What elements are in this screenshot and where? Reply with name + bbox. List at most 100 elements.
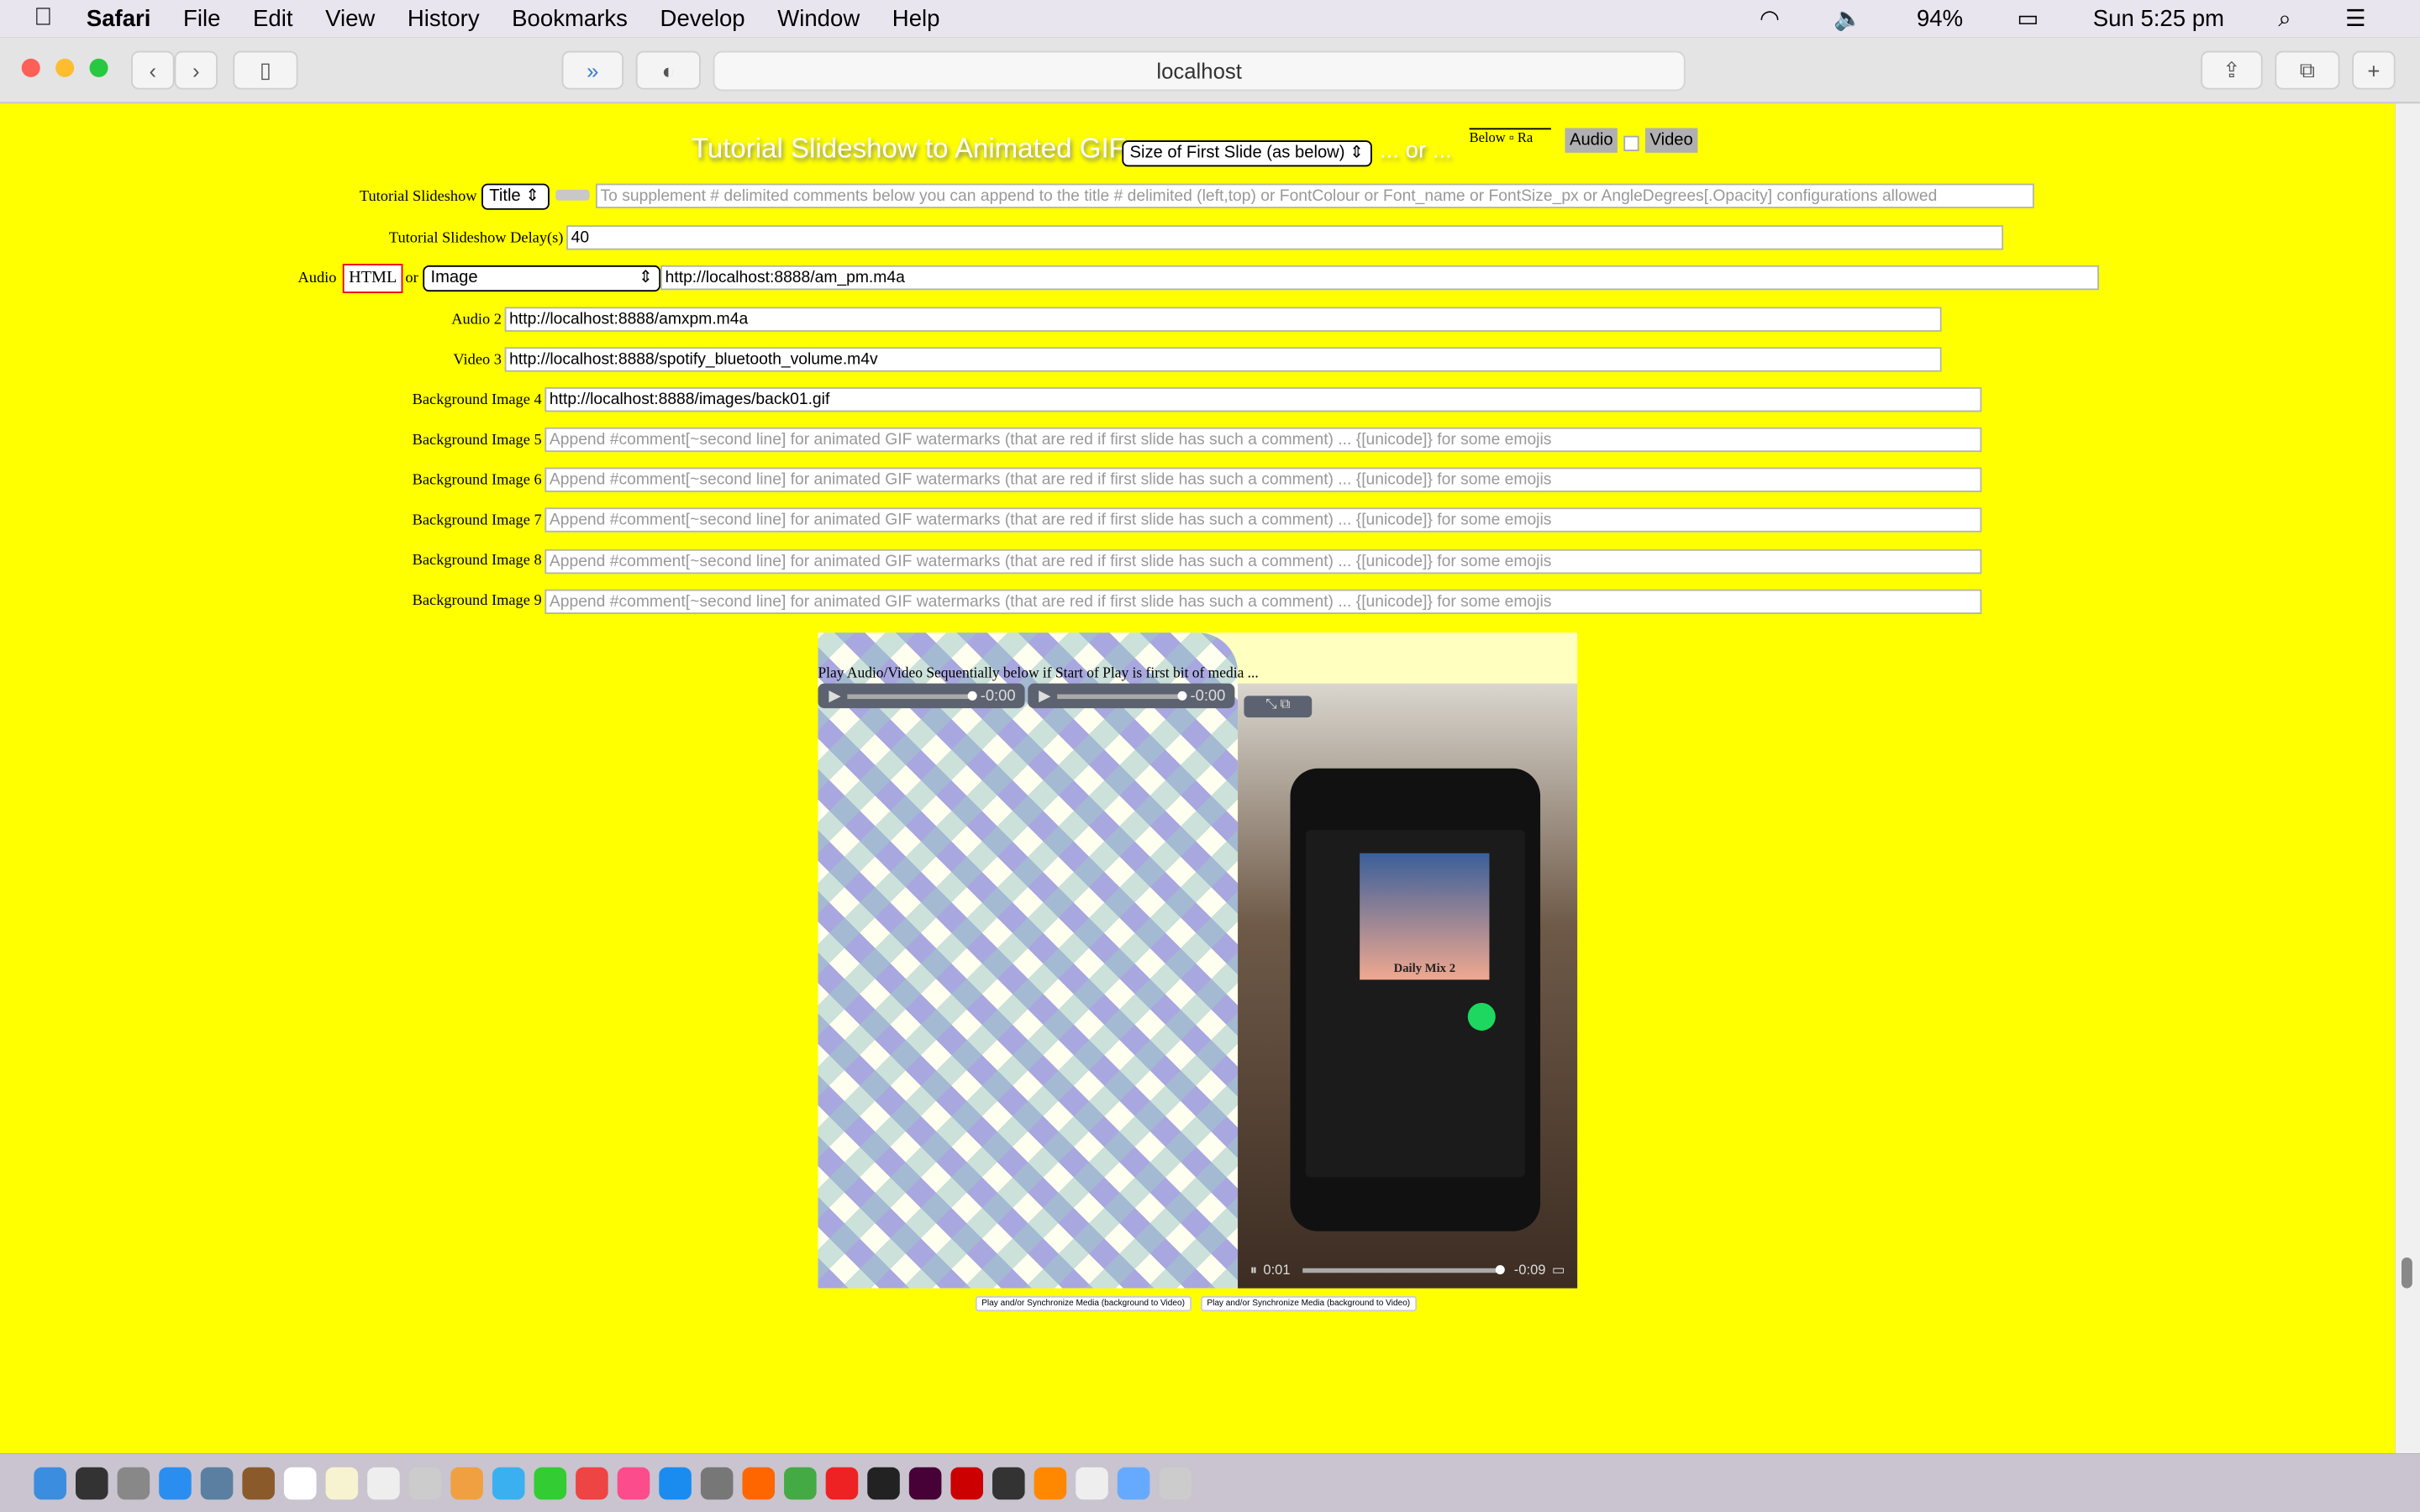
minimize-window-button[interactable] [55, 58, 75, 77]
image-select[interactable]: Image ⇕ [423, 265, 661, 292]
opera-icon[interactable] [825, 1466, 859, 1499]
news-icon[interactable] [576, 1466, 608, 1499]
video-player[interactable]: Daily Mix 2 ⤡ ⧉ ⏸ 0:01 -0:09 ▭ [1238, 683, 1578, 1289]
calendar-icon[interactable] [283, 1466, 317, 1499]
launchpad-icon[interactable] [117, 1466, 150, 1499]
notes-app-icon[interactable] [242, 1466, 275, 1499]
facetime-icon[interactable] [534, 1466, 567, 1499]
title-select[interactable]: Title ⇕ [481, 183, 550, 210]
title-comment-input[interactable]: To supplement # delimited comments below… [595, 183, 2034, 208]
app-f-icon[interactable] [992, 1466, 1025, 1499]
menu-bookmarks[interactable]: Bookmarks [512, 5, 628, 31]
system-preferences-icon[interactable] [700, 1466, 734, 1499]
color-swatch-button[interactable] [555, 189, 590, 201]
share-icon[interactable]: ⇪ [2201, 50, 2263, 90]
back-icon[interactable]: ‹ [131, 50, 175, 90]
video-time-end: -0:09 [1513, 1262, 1546, 1278]
bg-image-5-input[interactable]: Append #comment[~second line] for animat… [544, 427, 1982, 453]
airplay-icon[interactable]: ▭ [1552, 1262, 1565, 1278]
downloads-folder-icon[interactable] [1117, 1466, 1150, 1499]
menu-edit[interactable]: Edit [253, 5, 292, 31]
terminal-icon[interactable] [867, 1466, 900, 1499]
video-button[interactable]: Video [1644, 128, 1698, 153]
audio-url-input[interactable]: http://localhost:8888/am_pm.m4a [660, 265, 2099, 291]
control-center-icon[interactable]: ☰ [2345, 5, 2366, 33]
battery-percent[interactable]: 94% [1917, 5, 1963, 31]
apple-menu-icon[interactable]:  [34, 5, 52, 33]
bg-image-7-input[interactable]: Append #comment[~second line] for animat… [544, 507, 1982, 533]
video3-url-input[interactable]: http://localhost:8888/spotify_bluetooth_… [504, 347, 1942, 372]
audio1-scrubber[interactable] [846, 690, 977, 700]
volume-icon[interactable]: 🔈 [1833, 5, 1862, 33]
new-tab-icon[interactable]: + [2352, 50, 2396, 90]
audio-button[interactable]: Audio [1565, 128, 1618, 153]
menu-develop[interactable]: Develop [660, 5, 745, 31]
fast-forward-icon[interactable]: » [561, 50, 624, 90]
zoom-window-button[interactable] [89, 58, 108, 77]
menu-file[interactable]: File [183, 5, 220, 31]
delay-input[interactable]: 40 [566, 225, 2004, 250]
preview-icon[interactable] [200, 1466, 234, 1499]
audio-player-2[interactable]: ▶ -0:00 [1028, 683, 1235, 709]
battery-icon[interactable]: ▭ [2017, 5, 2039, 33]
dock [0, 1453, 2420, 1512]
scrollbar-thumb[interactable] [2401, 1257, 2412, 1289]
menu-history[interactable]: History [408, 5, 480, 31]
vertical-scrollbar[interactable] [2395, 103, 2420, 1454]
play-icon[interactable]: ▶ [1039, 687, 1050, 704]
audio-player-1[interactable]: ▶ -0:00 [818, 683, 1025, 709]
bg-image-8-input[interactable]: Append #comment[~second line] for animat… [544, 549, 1982, 575]
messages-icon[interactable] [492, 1466, 525, 1499]
books-icon[interactable] [1034, 1466, 1067, 1499]
chrome-icon[interactable] [784, 1466, 817, 1499]
wifi-icon[interactable]: ◠ [1760, 5, 1780, 33]
address-bar[interactable]: localhost [713, 50, 1686, 92]
menu-app-name[interactable]: Safari [87, 5, 151, 31]
video-scrubber[interactable] [1302, 1264, 1505, 1274]
play-synchronize-button-2[interactable]: Play and/or Synchronize Media (backgroun… [1200, 1295, 1417, 1312]
clock[interactable]: Sun 5:25 pm [2093, 5, 2224, 31]
safari-icon[interactable] [159, 1466, 192, 1499]
siri-icon[interactable] [76, 1466, 108, 1499]
photos-icon[interactable] [450, 1466, 483, 1499]
firefox-icon[interactable] [742, 1466, 776, 1499]
size-select[interactable]: Size of First Slide (as below) ⇕ [1122, 140, 1372, 167]
bg-image-6-input[interactable]: Append #comment[~second line] for animat… [544, 467, 1982, 492]
play-icon[interactable]: ▶ [829, 687, 840, 704]
forward-icon[interactable]: › [174, 50, 218, 90]
video-controls[interactable]: ⏸ 0:01 -0:09 ▭ [1250, 1261, 1565, 1279]
menu-window[interactable]: Window [777, 5, 860, 31]
audio2-scrubber[interactable] [1056, 690, 1186, 700]
stickies-icon[interactable] [325, 1466, 359, 1499]
phone-screen: Daily Mix 2 [1305, 830, 1525, 1178]
filezilla-icon[interactable] [950, 1466, 984, 1499]
sidebar-icon[interactable]: ▯ [233, 50, 298, 90]
app-store-icon[interactable] [659, 1466, 692, 1499]
audio-video-checkbox[interactable] [1623, 135, 1639, 152]
close-window-button[interactable] [21, 58, 40, 77]
tabs-overview-icon[interactable]: ⧉ [2275, 50, 2340, 90]
fullscreen-pip-controls[interactable]: ⤡ ⧉ [1244, 696, 1313, 718]
adobe-xd-icon[interactable] [908, 1466, 942, 1499]
privacy-shield-icon[interactable]: ◐ [635, 50, 701, 90]
phone-image: Daily Mix 2 [1290, 768, 1541, 1231]
video-time-start: 0:01 [1263, 1262, 1291, 1278]
menu-help[interactable]: Help [892, 5, 940, 31]
bg-image-9-input[interactable]: Append #comment[~second line] for animat… [544, 589, 1982, 615]
pause-icon[interactable]: ⏸ [1250, 1262, 1257, 1278]
maps-icon[interactable] [408, 1466, 442, 1499]
finder-icon[interactable] [34, 1466, 66, 1499]
image-select-value: Image [430, 268, 478, 287]
below-toggle[interactable]: Below ▫ Ra [1469, 128, 1551, 154]
document-icon[interactable] [1076, 1466, 1108, 1499]
music-icon[interactable] [617, 1466, 650, 1499]
trash-icon[interactable] [1159, 1466, 1192, 1499]
bg-image-4-input[interactable]: http://localhost:8888/images/back01.gif [544, 387, 1982, 412]
reminders-icon[interactable] [367, 1466, 400, 1499]
play-synchronize-button-1[interactable]: Play and/or Synchronize Media (backgroun… [975, 1295, 1192, 1312]
menu-view[interactable]: View [325, 5, 375, 31]
bg-image-5-label: Background Image 5 [412, 432, 542, 449]
audio2-url-input[interactable]: http://localhost:8888/amxpm.m4a [504, 307, 1942, 332]
spotlight-icon[interactable]: ⌕ [2278, 5, 2291, 31]
html-button[interactable]: HTML [342, 264, 403, 293]
